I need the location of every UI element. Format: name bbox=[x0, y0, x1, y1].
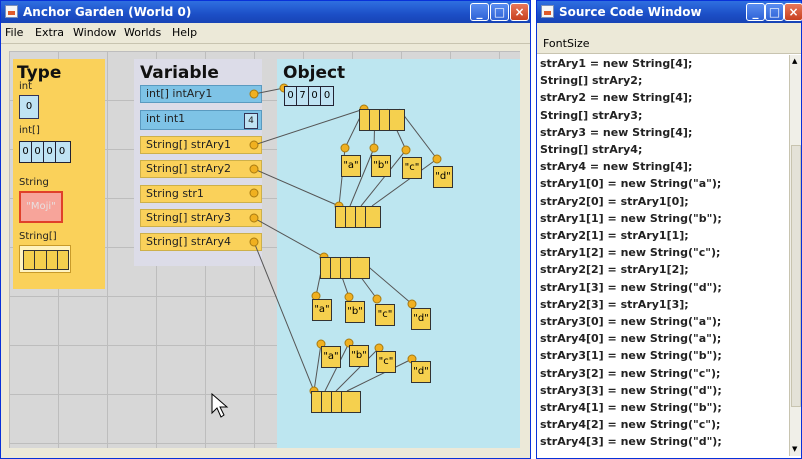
code-line: strAry1[0] = new String("a"); bbox=[540, 177, 722, 191]
object-int-array-cell: 0 bbox=[309, 87, 321, 105]
code-line: String[] strAry4; bbox=[540, 143, 643, 156]
code-line: strAry1[3] = new String("d"); bbox=[540, 280, 722, 294]
main-window-title: Anchor Garden (World 0) bbox=[23, 5, 192, 19]
code-line: String[] strAry2; bbox=[540, 74, 643, 88]
code-line: strAry3[3] = new String("d"); bbox=[540, 383, 722, 397]
code-scrollbar[interactable]: ▲ ▼ bbox=[789, 55, 801, 456]
code-line: strAry2 = new String[4]; bbox=[540, 91, 693, 105]
code-line: strAry4[0] = new String("a"); bbox=[540, 332, 722, 346]
scroll-down-arrow-icon[interactable]: ▼ bbox=[792, 445, 797, 453]
menu-help[interactable]: Help bbox=[172, 26, 197, 39]
code-line: strAry4[1] = new String("b"); bbox=[540, 401, 722, 414]
object-string[interactable]: "a" bbox=[341, 155, 361, 177]
object-string-array-2[interactable] bbox=[335, 206, 381, 228]
object-string[interactable]: "a" bbox=[321, 346, 341, 368]
object-string-array-4[interactable] bbox=[311, 391, 361, 413]
code-line: strAry2[2] = strAry1[2]; bbox=[540, 263, 689, 277]
object-string[interactable]: "b" bbox=[371, 155, 391, 177]
main-window: Anchor Garden (World 0) _ □ × File Extra… bbox=[0, 0, 531, 459]
menu-fontsize[interactable]: FontSize bbox=[543, 37, 590, 50]
object-string[interactable]: "c" bbox=[376, 351, 396, 373]
object-int-array-cell: 7 bbox=[297, 87, 309, 105]
object-string[interactable]: "d" bbox=[411, 308, 431, 330]
code-line: strAry1[1] = new String("b"); bbox=[540, 211, 722, 225]
world-canvas[interactable]: Type int 0 int[] 0 0 0 0 String "Moji" S… bbox=[9, 51, 520, 448]
code-line: strAry3[2] = new String("c"); bbox=[540, 366, 721, 380]
main-menubar: File Extra Window Worlds Help bbox=[1, 23, 530, 44]
object-int-array[interactable]: 0 7 0 0 bbox=[284, 86, 334, 106]
object-string[interactable]: "a" bbox=[312, 299, 332, 321]
code-line: strAry3[0] = new String("a"); bbox=[540, 315, 722, 328]
scroll-thumb[interactable] bbox=[791, 145, 801, 407]
code-line: strAry4[2] = new String("c"); bbox=[540, 418, 721, 432]
object-string[interactable]: "c" bbox=[375, 304, 395, 326]
object-string[interactable]: "b" bbox=[349, 345, 369, 367]
code-window-title: Source Code Window bbox=[559, 5, 702, 19]
object-string[interactable]: "c" bbox=[402, 157, 422, 179]
code-line: strAry1 = new String[4]; bbox=[540, 57, 693, 70]
code-close-button[interactable]: × bbox=[784, 3, 802, 21]
object-int-array-cell: 0 bbox=[323, 90, 331, 101]
code-text-area[interactable]: strAry1 = new String[4]; String[] strAry2… bbox=[537, 54, 788, 458]
object-int-array-cell: 0 bbox=[285, 87, 297, 105]
code-line: strAry2[0] = strAry1[0]; bbox=[540, 194, 689, 208]
code-line: strAry3 = new String[4]; bbox=[540, 125, 693, 139]
code-minimize-button[interactable]: _ bbox=[746, 3, 765, 21]
menu-worlds[interactable]: Worlds bbox=[124, 26, 161, 39]
code-line: strAry2[1] = strAry1[1]; bbox=[540, 229, 689, 242]
code-line: strAry4 = new String[4]; bbox=[540, 160, 693, 174]
object-string[interactable]: "d" bbox=[411, 361, 431, 383]
object-string-array-3[interactable] bbox=[320, 257, 370, 279]
menu-window[interactable]: Window bbox=[73, 26, 116, 39]
maximize-button[interactable]: □ bbox=[490, 3, 509, 21]
main-titlebar[interactable]: Anchor Garden (World 0) _ □ × bbox=[1, 1, 530, 23]
object-string-array-1[interactable] bbox=[359, 109, 405, 131]
close-button[interactable]: × bbox=[510, 3, 529, 21]
code-titlebar[interactable]: Source Code Window _ □ × bbox=[537, 1, 802, 23]
minimize-button[interactable]: _ bbox=[470, 3, 489, 21]
scroll-up-arrow-icon[interactable]: ▲ bbox=[792, 57, 797, 65]
code-line: strAry3[1] = new String("b"); bbox=[540, 349, 722, 363]
mouse-cursor-icon bbox=[211, 393, 229, 418]
menu-file[interactable]: File bbox=[5, 26, 23, 39]
menu-extra[interactable]: Extra bbox=[35, 26, 64, 39]
code-line: String[] strAry3; bbox=[540, 108, 643, 122]
java-app-icon bbox=[5, 5, 18, 18]
code-line: strAry4[3] = new String("d"); bbox=[540, 435, 722, 449]
code-maximize-button[interactable]: □ bbox=[765, 3, 784, 21]
code-menubar: FontSize bbox=[537, 23, 801, 54]
code-line: strAry2[3] = strAry1[3]; bbox=[540, 297, 689, 311]
object-string[interactable]: "d" bbox=[433, 166, 453, 188]
reference-links bbox=[249, 83, 442, 396]
java-app-icon bbox=[541, 5, 554, 18]
code-line: strAry1[2] = new String("c"); bbox=[540, 246, 721, 260]
object-string[interactable]: "b" bbox=[345, 301, 365, 323]
